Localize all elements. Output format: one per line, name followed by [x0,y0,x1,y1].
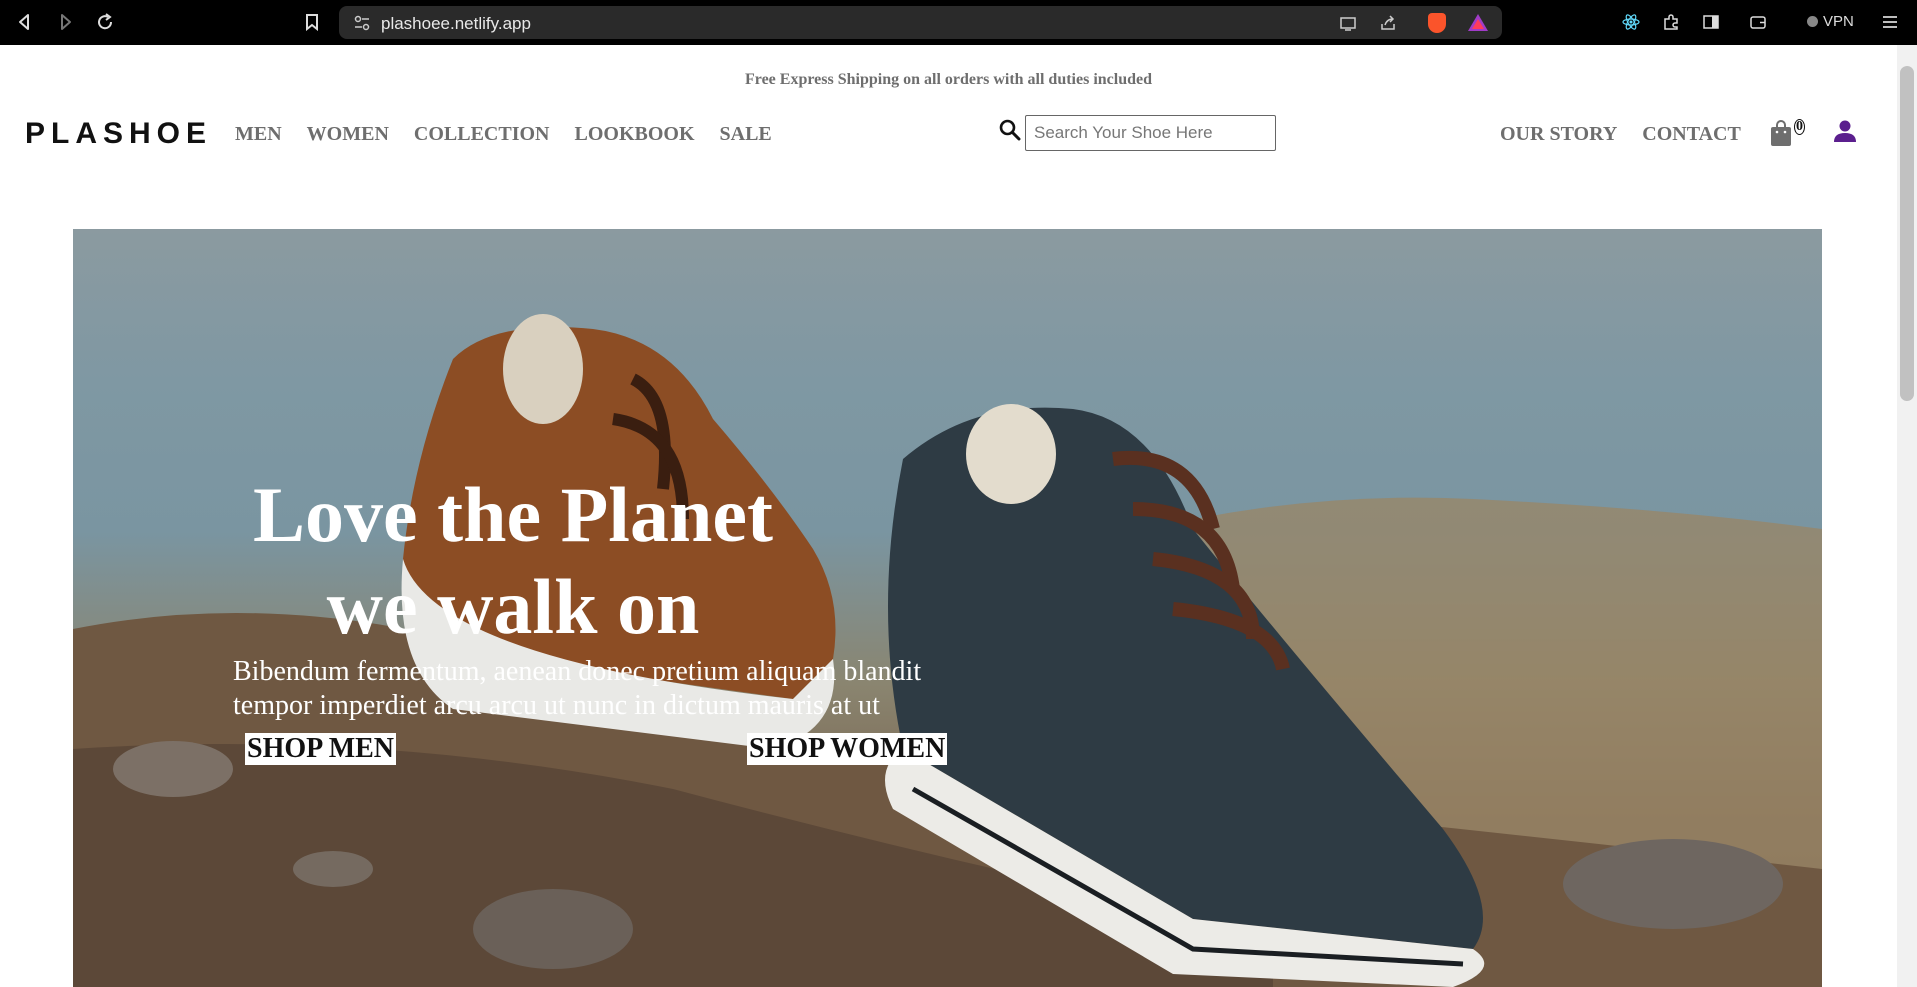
back-icon[interactable] [13,10,37,34]
nav-lookbook[interactable]: LOOKBOOK [574,123,694,146]
shopping-bag-icon[interactable] [1769,119,1793,147]
url-text[interactable]: plashoee.netlify.app [381,14,531,34]
vpn-label: VPN [1823,13,1854,30]
address-bar[interactable]: plashoee.netlify.app [339,6,1502,39]
browser-toolbar: plashoee.netlify.app VPN [0,0,1917,45]
shop-women-button[interactable]: SHOP WOMEN [747,733,948,765]
hero-title: Love the Planet we walk on [233,469,793,653]
secondary-nav: OUR STORY CONTACT [1500,123,1741,146]
vpn-status-dot [1807,16,1818,27]
extensions-icon[interactable] [1659,10,1683,34]
primary-nav: MEN WOMEN COLLECTION LOOKBOOK SALE [235,123,772,146]
hero-banner: Love the Planet we walk on Bibendum ferm… [73,229,1822,987]
nav-sale[interactable]: SALE [720,123,772,146]
site-settings-icon[interactable] [353,14,371,32]
announcement-bar: Free Express Shipping on all orders with… [744,71,1153,88]
hero-title-line-1: Love the Planet [253,471,773,558]
cast-icon[interactable] [1338,13,1358,33]
menu-icon[interactable] [1878,10,1902,34]
hero-description: Bibendum fermentum, aenean donec pretium… [233,655,1053,723]
search-input[interactable] [1025,115,1276,151]
vpn-button[interactable]: VPN [1807,13,1854,30]
hero-description-line-1: Bibendum fermentum, aenean donec pretium… [233,656,922,687]
nav-men[interactable]: MEN [235,123,282,146]
wallet-icon[interactable] [1746,10,1770,34]
sidebar-icon[interactable] [1699,10,1723,34]
reload-icon[interactable] [93,10,117,34]
react-devtools-icon[interactable] [1619,10,1643,34]
shop-men-button[interactable]: SHOP MEN [245,733,397,765]
forward-icon[interactable] [53,10,77,34]
bookmark-icon[interactable] [300,10,324,34]
user-account-icon[interactable] [1832,118,1858,144]
scrollbar-thumb[interactable] [1900,66,1914,401]
share-icon[interactable] [1378,13,1398,33]
nav-contact[interactable]: CONTACT [1642,123,1741,146]
site-logo[interactable]: PLASHOE [25,117,212,151]
nav-women[interactable]: WOMEN [307,123,389,146]
hero-description-line-2: tempor imperdiet arcu arcu ut nunc in di… [233,690,880,721]
cart-count-badge: 0 [1794,119,1805,135]
nav-our-story[interactable]: OUR STORY [1500,123,1617,146]
brave-shields-icon[interactable] [1428,13,1446,33]
nav-collection[interactable]: COLLECTION [414,123,550,146]
brave-rewards-icon[interactable] [1468,14,1488,31]
hero-title-line-2: we walk on [326,563,700,650]
search-icon[interactable] [998,118,1022,142]
